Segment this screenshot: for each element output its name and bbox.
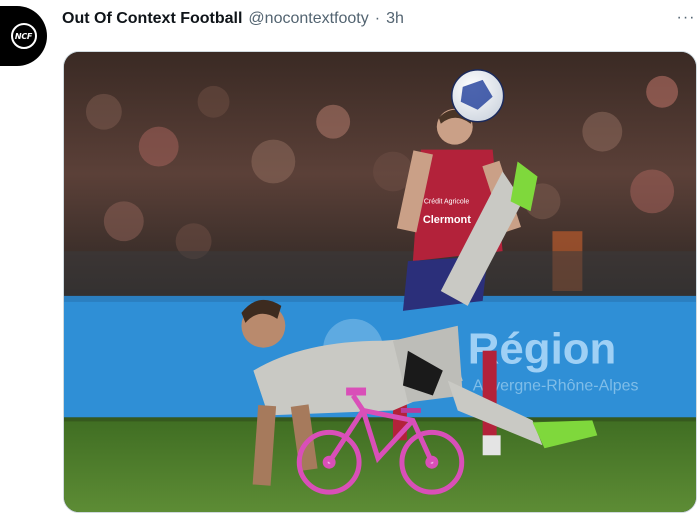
tweet-timestamp[interactable]: 3h: [386, 10, 404, 28]
separator-dot: ·: [374, 10, 381, 27]
football-photo: Région Auvergne-Rhône-Alpes Crédit Agric…: [64, 52, 696, 512]
more-horizontal-icon[interactable]: ···: [676, 8, 696, 28]
railing: [64, 251, 696, 296]
shirt-sponsor-top: Crédit Agricole: [424, 198, 469, 205]
shirt-sponsor-main: Clermont: [423, 214, 471, 226]
tweet-header: Out Of Context Football @nocontextfooty …: [62, 8, 404, 30]
display-name[interactable]: Out Of Context Football: [62, 10, 242, 28]
pitch: [64, 417, 696, 512]
tweet-media-image[interactable]: Région Auvergne-Rhône-Alpes Crédit Agric…: [63, 51, 697, 513]
avatar[interactable]: NCF: [0, 6, 47, 66]
user-handle[interactable]: @nocontextfooty: [248, 10, 368, 28]
avatar-logo: NCF: [10, 23, 37, 49]
ad-board-subtext: Auvergne-Rhône-Alpes: [473, 378, 639, 395]
